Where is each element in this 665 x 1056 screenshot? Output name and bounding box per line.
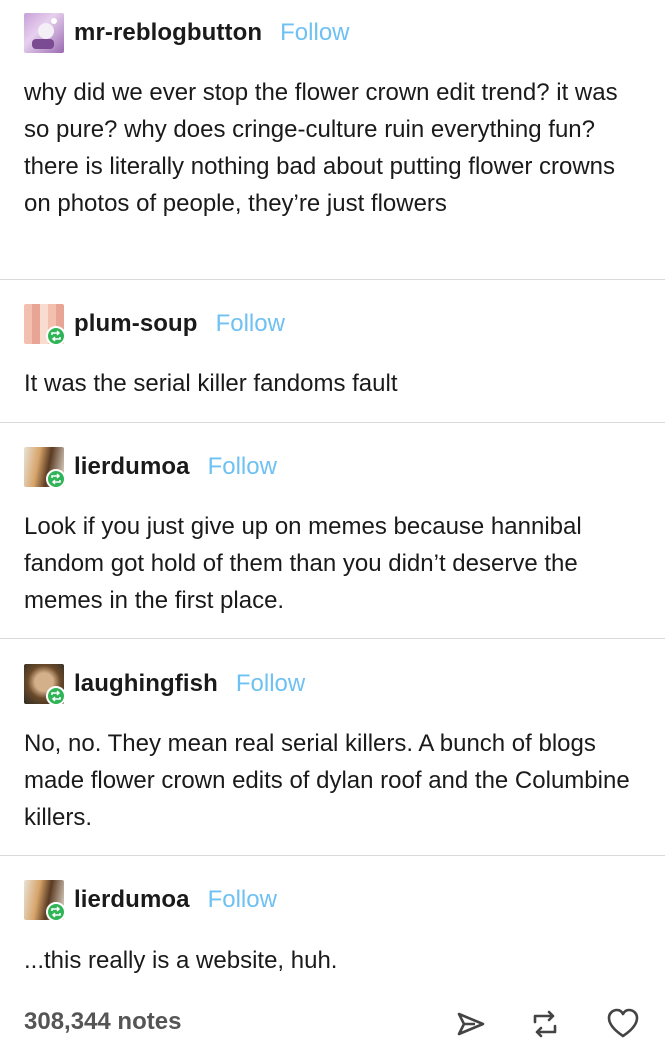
avatar-figure-icon xyxy=(32,18,57,49)
avatar-image xyxy=(24,13,64,53)
reblog-icon[interactable] xyxy=(527,1006,563,1042)
username[interactable]: laughingfish xyxy=(74,670,218,698)
post-text: It was the serial killer fandoms fault xyxy=(24,370,398,397)
post-header: mr-reblogbutton Follow xyxy=(24,13,350,53)
avatar[interactable] xyxy=(24,447,66,489)
follow-button[interactable]: Follow xyxy=(208,453,277,481)
reblog-badge-icon xyxy=(46,326,66,346)
avatar[interactable] xyxy=(24,13,64,53)
like-icon[interactable] xyxy=(605,1006,641,1042)
follow-button[interactable]: Follow xyxy=(208,886,277,914)
username[interactable]: lierdumoa xyxy=(74,453,190,481)
post-text: ...this really is a website, huh. xyxy=(24,947,338,974)
avatar[interactable] xyxy=(24,304,66,346)
post-text: why did we ever stop the flower crown ed… xyxy=(24,79,618,217)
divider xyxy=(0,279,665,280)
avatar[interactable] xyxy=(24,880,66,922)
username[interactable]: mr-reblogbutton xyxy=(74,19,262,47)
notes-count[interactable]: 308,344 notes xyxy=(24,1008,181,1036)
post-text: Look if you just give up on memes becaus… xyxy=(24,513,582,614)
username[interactable]: lierdumoa xyxy=(74,886,190,914)
post-header: laughingfish Follow xyxy=(24,664,305,706)
follow-button[interactable]: Follow xyxy=(216,310,285,338)
post-header: lierdumoa Follow xyxy=(24,447,277,489)
post-text: No, no. They mean real serial killers. A… xyxy=(24,730,630,831)
follow-button[interactable]: Follow xyxy=(280,19,349,47)
reblog-badge-icon xyxy=(46,469,66,489)
post-header: lierdumoa Follow xyxy=(24,880,277,922)
divider xyxy=(0,422,665,423)
avatar[interactable] xyxy=(24,664,66,706)
follow-button[interactable]: Follow xyxy=(236,670,305,698)
divider xyxy=(0,638,665,639)
username[interactable]: plum-soup xyxy=(74,310,198,338)
divider xyxy=(0,855,665,856)
share-icon[interactable] xyxy=(453,1006,489,1042)
post-header: plum-soup Follow xyxy=(24,304,285,346)
reblog-badge-icon xyxy=(46,686,66,706)
reblog-badge-icon xyxy=(46,902,66,922)
post-footer: 308,344 notes xyxy=(0,1000,665,1048)
